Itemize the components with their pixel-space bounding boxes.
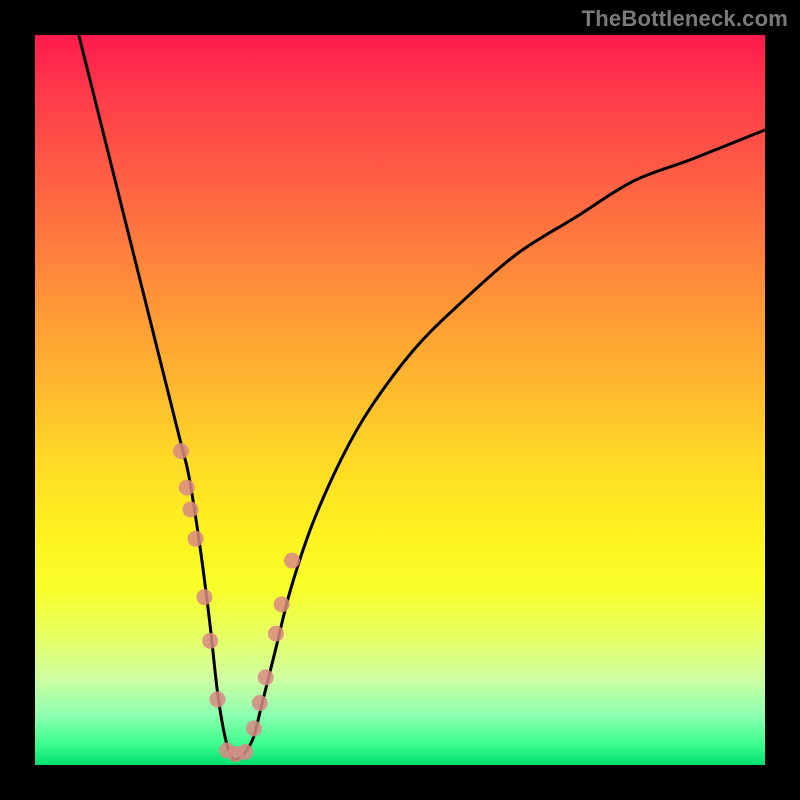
data-dot <box>183 502 199 518</box>
data-dot <box>210 691 226 707</box>
data-dot <box>173 443 189 459</box>
watermark-text: TheBottleneck.com <box>582 6 788 32</box>
data-dot <box>284 553 300 569</box>
data-dot <box>188 531 204 547</box>
bottleneck-curve-svg <box>35 35 765 765</box>
data-dot <box>246 721 262 737</box>
data-dot <box>268 626 284 642</box>
data-dot <box>252 695 268 711</box>
data-dot <box>202 633 218 649</box>
bottleneck-curve <box>79 35 765 760</box>
curve-group <box>79 35 765 760</box>
data-dot <box>179 480 195 496</box>
data-dot <box>274 596 290 612</box>
data-dot <box>237 744 253 760</box>
plot-area <box>35 35 765 765</box>
data-dot <box>258 669 274 685</box>
chart-frame: TheBottleneck.com <box>0 0 800 800</box>
data-dot <box>196 589 212 605</box>
dots-group <box>173 443 300 762</box>
